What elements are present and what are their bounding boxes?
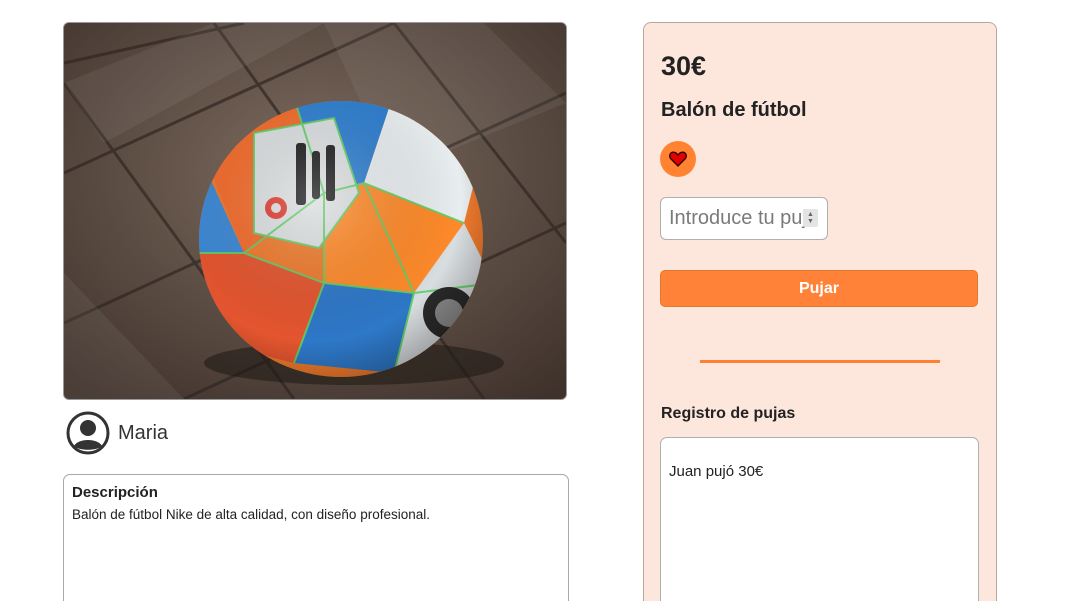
number-spinner[interactable]: ▲ ▼: [803, 209, 818, 227]
bid-log-heading: Registro de pujas: [661, 405, 796, 422]
bid-panel: 30€ Balón de fútbol ▲ ▼ Pujar Registro d…: [643, 22, 997, 601]
description-text: Balón de fútbol Nike de alta calidad, co…: [72, 507, 430, 522]
product-price: 30€: [661, 51, 707, 81]
user-circle-icon: [66, 411, 110, 455]
product-image: [63, 22, 567, 400]
favorite-button[interactable]: [660, 141, 696, 177]
bid-amount-input[interactable]: [661, 198, 809, 239]
bid-button[interactable]: Pujar: [660, 270, 978, 307]
bid-log-box: Juan pujó 30€: [660, 437, 979, 601]
product-title: Balón de fútbol: [661, 99, 807, 121]
heart-icon: [669, 151, 687, 167]
seller-info: Maria: [66, 411, 168, 455]
description-heading: Descripción: [72, 484, 158, 501]
bid-amount-field[interactable]: ▲ ▼: [660, 197, 828, 240]
football-photo: [64, 23, 566, 399]
chevron-up-icon[interactable]: ▲: [807, 211, 814, 218]
product-page: Maria Descripción Balón de fútbol Nike d…: [0, 0, 1066, 601]
section-divider: [700, 360, 940, 363]
seller-name: Maria: [118, 421, 169, 444]
bid-log-entry: Juan pujó 30€: [669, 463, 764, 480]
description-box: Descripción Balón de fútbol Nike de alta…: [63, 474, 569, 601]
chevron-down-icon[interactable]: ▼: [807, 218, 814, 225]
